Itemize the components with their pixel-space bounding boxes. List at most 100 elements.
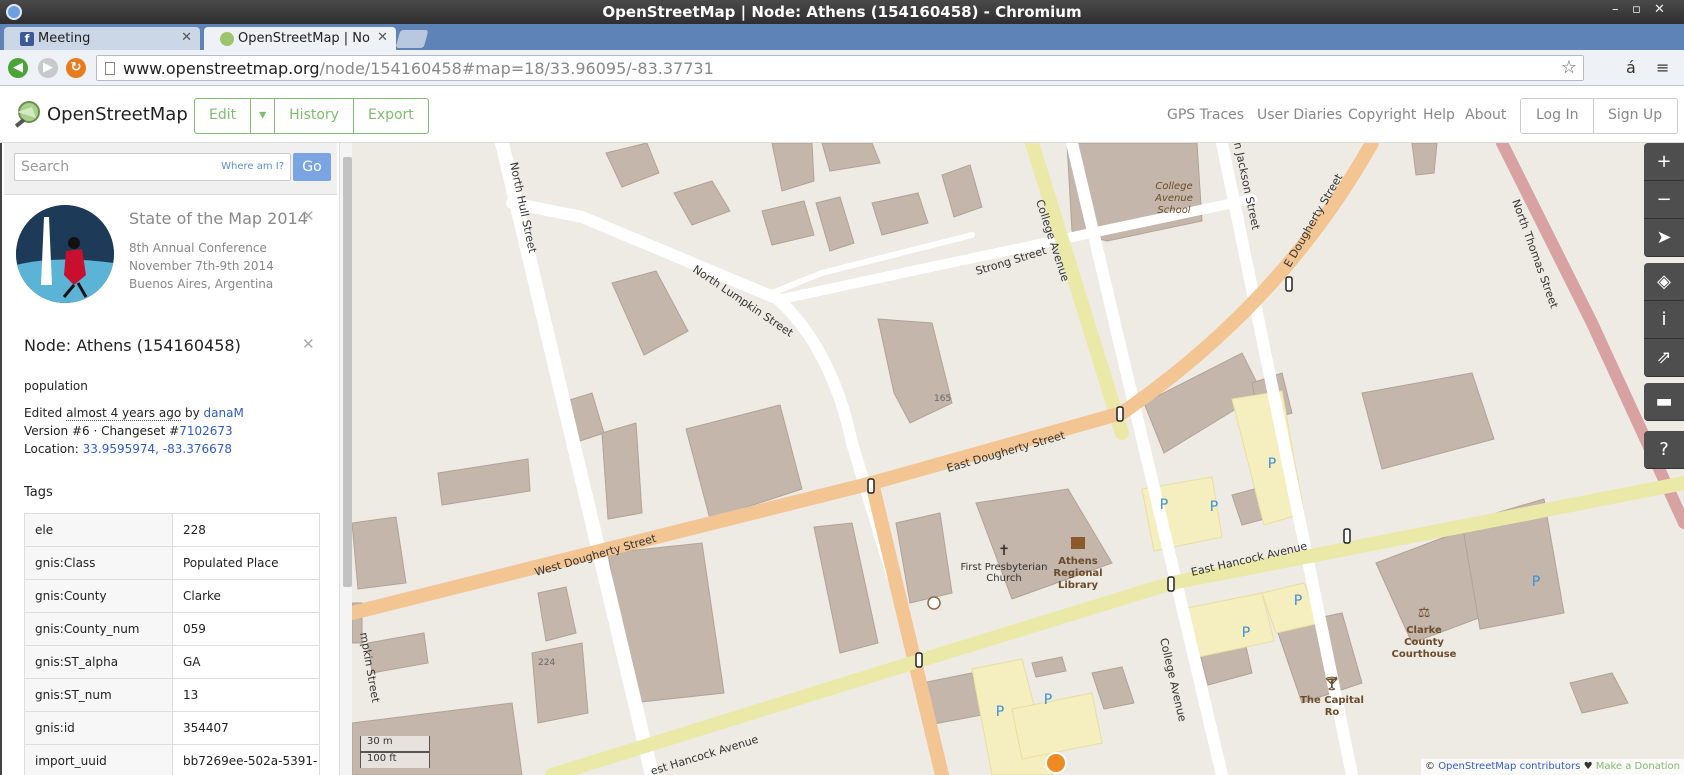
address-bar[interactable]: www.openstreetmap.org/node/154160458#map… [96,55,1584,81]
table-row: gnis:Class Populated Place [24,546,320,580]
search-go-button[interactable]: Go [293,153,331,181]
menu-icon[interactable]: ≡ [1656,58,1669,77]
selected-node-marker-icon[interactable] [1045,752,1067,774]
facebook-icon: f [20,32,34,46]
maximize-icon[interactable]: ▫ [1632,2,1641,17]
parking-label: P [1532,574,1540,590]
building [761,200,815,246]
location-link[interactable]: 33.9595974, -83.376678 [83,442,232,456]
edit-button[interactable]: Edit [195,99,252,133]
edit-dropdown-caret-icon[interactable]: ▾ [251,99,276,133]
banner-line-1: 8th Annual Conference [129,241,267,255]
zoom-out-icon[interactable]: − [1644,181,1684,219]
history-button[interactable]: History [275,99,354,133]
node-close-icon[interactable]: ✕ [302,335,315,353]
export-button[interactable]: Export [354,99,428,133]
building [537,586,577,642]
table-row: import_uuid bb7269ee-502a-5391- [24,744,320,775]
building [871,192,929,236]
table-row: gnis:ST_alpha GA [24,645,320,679]
sidebar-scrollbar[interactable] [339,143,352,775]
poi-library-line-1: Athens [1058,556,1098,567]
nav-help[interactable]: Help [1423,107,1455,123]
donate-link[interactable]: Make a Donation [1596,761,1680,772]
map-view[interactable]: North Hull Street North Lumpkin Street S… [352,143,1684,775]
login-button[interactable]: Log In [1520,98,1595,134]
edit-button-group: Edit ▾ History Export [194,98,429,134]
library-icon [1071,537,1085,549]
poi-library-line-2: Regional [1053,568,1102,579]
tab-label: OpenStreetMap | No [238,31,370,46]
tag-key: gnis:Class [24,546,173,580]
layers-icon[interactable]: ◈ [1644,263,1684,301]
new-tab-button[interactable] [395,30,429,48]
attribution-osm-link[interactable]: OpenStreetMap contributors [1438,761,1580,772]
tab-meeting[interactable]: f Meeting ✕ [4,27,200,50]
building [352,516,407,590]
tags-header: Tags [24,485,53,500]
minimize-icon[interactable]: – [1612,2,1619,17]
info-icon[interactable]: i [1644,301,1684,339]
tag-value: bb7269ee-502a-5391- [172,744,320,775]
site-header: OpenStreetMap Edit ▾ History Export GPS … [0,86,1684,143]
tab-label: Meeting [38,31,91,46]
building [941,164,983,218]
building [1569,672,1629,714]
tag-key: gnis:County_num [24,612,173,646]
building [1361,372,1495,470]
banner-close-icon[interactable]: ✕ [302,207,315,225]
nav-gps-traces[interactable]: GPS Traces [1167,107,1244,123]
changeset-link[interactable]: 7102673 [179,424,232,438]
zoom-in-icon[interactable]: + [1644,143,1684,181]
poi-school-line-1: College [1155,181,1192,192]
nav-copyright[interactable]: Copyright [1348,107,1416,123]
traffic-signal [1343,528,1351,544]
bookmark-star-icon[interactable]: ☆ [1561,57,1577,78]
parking-label: P [996,704,1004,720]
sotm-banner[interactable]: State of the Map 2014 8th Annual Confere… [4,195,337,328]
site-brand[interactable]: OpenStreetMap [47,104,188,125]
signup-button[interactable]: Sign Up [1593,98,1679,134]
poi-church-line-2: Church [986,573,1021,584]
node-name-label: population [24,379,88,393]
street-college-avenue-south: College Avenue [1157,637,1189,723]
edited-prefix: Edited [24,406,63,420]
nav-about[interactable]: About [1465,107,1506,123]
map-canvas[interactable]: North Hull Street North Lumpkin Street S… [352,143,1684,775]
close-window-icon[interactable]: ✕ [1654,2,1665,17]
parking-label: P [1268,456,1276,472]
tag-key-link[interactable]: gnis:id [24,711,173,745]
sotm-logo-icon [16,205,114,303]
search-input[interactable]: Search Where am I? [14,153,291,181]
where-am-i-link[interactable]: Where am I? [221,161,284,172]
reload-icon[interactable]: ↻ [66,58,86,78]
table-row: gnis:County_num 059 [24,612,320,646]
building [877,318,953,424]
parking-label: P [1242,625,1250,641]
extension-icon[interactable]: á [1626,58,1636,77]
close-tab-icon[interactable]: ✕ [181,30,192,45]
tag-value: 059 [172,612,320,646]
forward-icon[interactable]: ▶ [38,58,58,78]
share-icon[interactable]: ⇗ [1644,339,1684,377]
tag-value: Populated Place [172,546,320,580]
nav-user-diaries[interactable]: User Diaries [1257,107,1342,123]
locate-icon[interactable]: ➤ [1644,219,1684,257]
osm-logo-icon[interactable] [12,100,42,130]
back-icon[interactable]: ◀ [8,58,28,78]
building [531,642,589,724]
tab-openstreetmap[interactable]: OpenStreetMap | No ✕ [204,27,396,50]
note-icon[interactable]: ▬ [1644,383,1684,421]
scrollbar-thumb[interactable] [343,157,352,587]
poi-school-line-2: Avenue [1154,193,1193,204]
tab-strip: f Meeting ✕ OpenStreetMap | No ✕ [0,24,1684,50]
tags-table: ele 228 gnis:Class Populated Place gnis:Co… [24,513,320,775]
cross-icon: ✝ [998,543,1010,559]
close-tab-icon[interactable]: ✕ [377,30,388,45]
user-link[interactable]: danaM [204,406,244,420]
search-placeholder: Search [21,159,70,175]
building [605,143,660,188]
street-e-dougherty: E Dougherty Street [1281,171,1345,270]
help-icon[interactable]: ? [1644,431,1684,469]
tag-key-link[interactable]: ele [24,513,173,547]
